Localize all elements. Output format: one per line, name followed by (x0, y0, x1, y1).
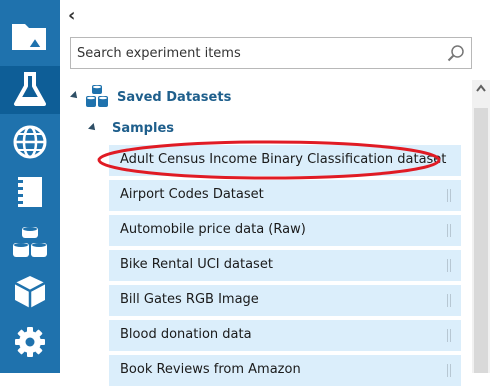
list-item[interactable]: Automobile price data (Raw) (109, 215, 461, 246)
collapse-panel-button[interactable]: ‹ (68, 6, 84, 26)
list-item[interactable]: Airport Codes Dataset (109, 180, 461, 211)
list-item-label: Bike Rental UCI dataset (120, 257, 273, 272)
trained-models-icon[interactable] (0, 268, 60, 316)
list-item-label: Blood donation data (120, 327, 252, 342)
drag-handle-icon[interactable] (447, 189, 451, 202)
drag-handle-icon[interactable] (447, 224, 451, 237)
list-item[interactable]: Book Reviews from Amazon (109, 355, 461, 386)
saved-datasets-label[interactable]: Saved Datasets (117, 90, 231, 105)
list-item-label: Airport Codes Dataset (120, 187, 264, 202)
settings-icon[interactable] (0, 318, 60, 366)
drag-handle-icon[interactable] (447, 259, 451, 272)
expand-arrow-icon[interactable] (70, 91, 80, 101)
list-item[interactable]: Blood donation data (109, 320, 461, 351)
list-item[interactable]: Adult Census Income Binary Classificatio… (109, 145, 461, 176)
datasets-icon[interactable] (0, 218, 60, 266)
left-nav-rail (0, 0, 60, 373)
experiment-items-panel: ‹ Saved Datasets Samples Adult Census In… (60, 0, 492, 386)
search-input[interactable] (71, 38, 453, 68)
list-item-label: Adult Census Income Binary Classificatio… (120, 152, 447, 167)
projects-icon[interactable] (0, 12, 60, 60)
drag-handle-icon[interactable] (447, 364, 451, 377)
web-services-icon[interactable] (0, 118, 60, 166)
notebooks-icon[interactable] (0, 168, 60, 216)
list-item[interactable]: Bill Gates RGB Image (109, 285, 461, 316)
scroll-up-arrow-icon[interactable] (472, 80, 490, 98)
database-icon (86, 85, 108, 107)
list-item-label: Book Reviews from Amazon (120, 362, 301, 377)
drag-handle-icon[interactable] (447, 294, 451, 307)
drag-handle-icon[interactable] (447, 329, 451, 342)
list-item-label: Automobile price data (Raw) (120, 222, 306, 237)
list-item-label: Bill Gates RGB Image (120, 292, 259, 307)
list-item[interactable]: Bike Rental UCI dataset (109, 250, 461, 281)
expand-arrow-icon[interactable] (88, 123, 98, 133)
scrollbar-thumb[interactable] (474, 108, 488, 373)
experiments-icon[interactable] (0, 66, 60, 114)
search-icon[interactable] (447, 44, 465, 62)
search-box (70, 37, 472, 69)
scrollbar[interactable] (472, 80, 490, 373)
samples-label[interactable]: Samples (112, 121, 174, 136)
